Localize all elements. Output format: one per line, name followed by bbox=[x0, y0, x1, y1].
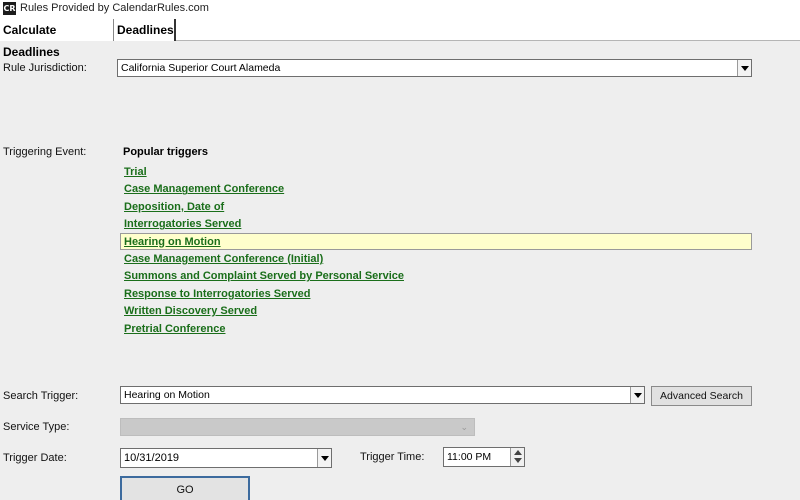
advanced-search-button[interactable]: Advanced Search bbox=[651, 386, 752, 406]
trigger-link-pretrial-conference[interactable]: Pretrial Conference bbox=[120, 320, 752, 337]
calendarrules-logo-icon: CR bbox=[3, 2, 16, 15]
tab-calculate-deadlines[interactable]: Calculate Deadlines bbox=[0, 19, 114, 59]
trigger-date-label: Trigger Date: bbox=[3, 452, 67, 464]
window-title: Rules Provided by CalendarRules.com bbox=[20, 2, 209, 14]
popular-triggers-list: Trial Case Management Conference Deposit… bbox=[120, 163, 752, 337]
trigger-link-summons-complaint-served[interactable]: Summons and Complaint Served by Personal… bbox=[120, 267, 752, 284]
spin-up-icon[interactable] bbox=[514, 450, 522, 455]
search-trigger-value: Hearing on Motion bbox=[124, 389, 210, 401]
triggering-event-label: Triggering Event: bbox=[3, 146, 87, 158]
trigger-time-value: 11:00 PM bbox=[447, 451, 492, 463]
tab-strip: Calculate Deadlines Deadlines bbox=[0, 17, 800, 59]
rule-jurisdiction-label: Rule Jurisdiction: bbox=[3, 62, 87, 74]
trigger-link-trial[interactable]: Trial bbox=[120, 163, 752, 180]
popular-triggers-heading: Popular triggers bbox=[123, 146, 208, 158]
trigger-link-written-discovery-served[interactable]: Written Discovery Served bbox=[120, 302, 752, 319]
chevron-down-icon: ⌄ bbox=[460, 422, 468, 432]
service-type-select[interactable]: ⌄ bbox=[120, 418, 475, 436]
search-trigger-select[interactable]: Hearing on Motion bbox=[120, 386, 645, 404]
search-trigger-label: Search Trigger: bbox=[3, 390, 79, 402]
service-type-label: Service Type: bbox=[3, 421, 70, 433]
trigger-link-case-management-conference[interactable]: Case Management Conference bbox=[120, 180, 752, 197]
trigger-link-deposition-date[interactable]: Deposition, Date of bbox=[120, 198, 752, 215]
trigger-time-input[interactable]: 11:00 PM bbox=[443, 447, 525, 467]
tab-deadlines[interactable]: Deadlines bbox=[114, 19, 176, 41]
trigger-date-value: 10/31/2019 bbox=[124, 452, 180, 464]
rule-jurisdiction-value: California Superior Court Alameda bbox=[121, 62, 281, 74]
trigger-time-label: Trigger Time: bbox=[360, 451, 425, 463]
trigger-link-response-to-interrogatories[interactable]: Response to Interrogatories Served bbox=[120, 285, 752, 302]
time-spinner[interactable] bbox=[510, 448, 524, 466]
calendar-dropdown-button[interactable] bbox=[317, 449, 331, 467]
chevron-down-icon bbox=[321, 456, 329, 461]
rule-jurisdiction-select[interactable]: California Superior Court Alameda bbox=[117, 59, 752, 77]
go-button[interactable]: GO bbox=[120, 476, 250, 500]
trigger-link-hearing-on-motion[interactable]: Hearing on Motion bbox=[120, 232, 752, 250]
dropdown-button[interactable] bbox=[630, 387, 644, 403]
trigger-link-interrogatories-served[interactable]: Interrogatories Served bbox=[120, 215, 752, 232]
trigger-date-picker[interactable]: 10/31/2019 bbox=[120, 448, 332, 468]
trigger-link-case-management-conference-initial[interactable]: Case Management Conference (Initial) bbox=[120, 250, 752, 267]
spin-down-icon[interactable] bbox=[514, 458, 522, 463]
title-bar: CR Rules Provided by CalendarRules.com bbox=[0, 0, 800, 17]
dropdown-button[interactable] bbox=[737, 60, 751, 76]
chevron-down-icon bbox=[634, 393, 642, 398]
chevron-down-icon bbox=[741, 66, 749, 71]
